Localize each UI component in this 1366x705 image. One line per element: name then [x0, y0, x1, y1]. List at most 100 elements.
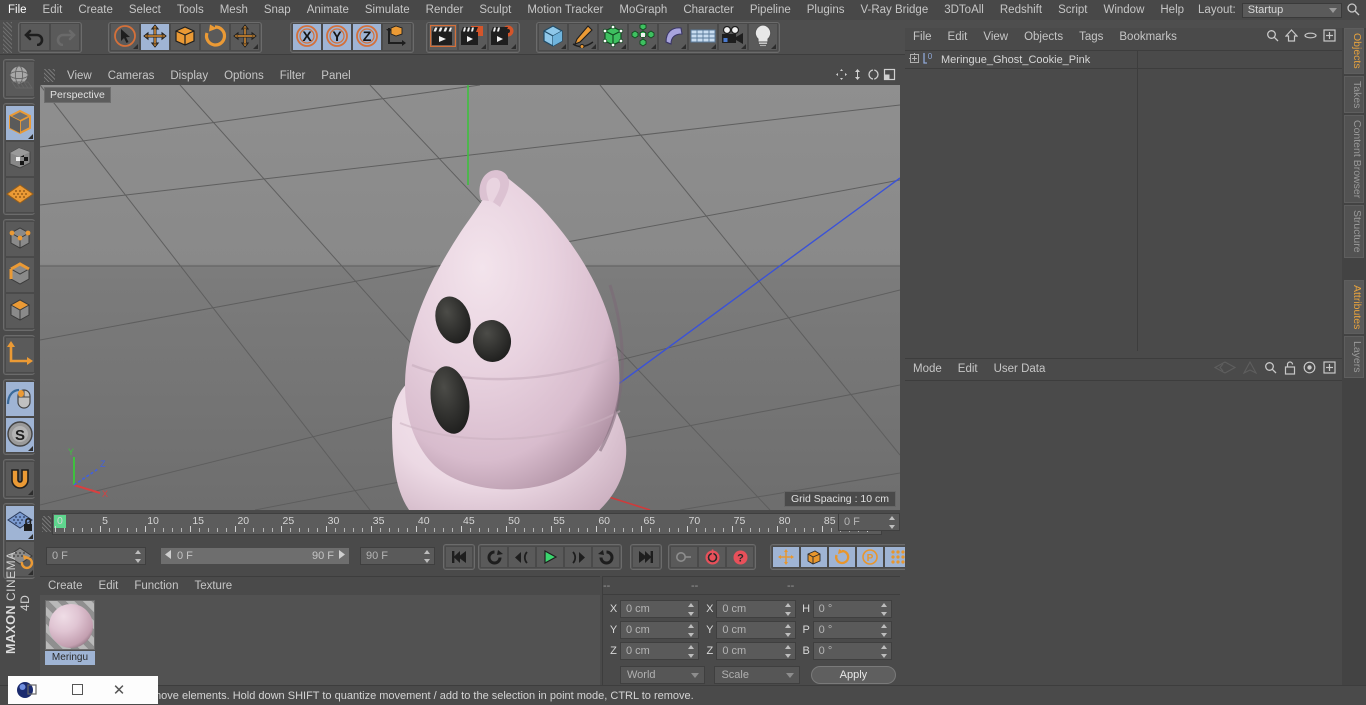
add-light-button[interactable] [748, 23, 778, 51]
maximize-view-icon[interactable] [883, 68, 896, 84]
play-button[interactable] [536, 546, 564, 568]
stepper-icon[interactable] [688, 645, 695, 658]
parameter-key-button[interactable]: P [856, 546, 884, 568]
search-icon[interactable] [1346, 2, 1360, 19]
size-z-field[interactable]: 0 cm [716, 642, 796, 660]
object-menu-view[interactable]: View [975, 27, 1016, 47]
size-y-field[interactable]: 0 cm [716, 621, 796, 639]
plus-box-icon[interactable] [1323, 29, 1336, 45]
redo-button[interactable] [50, 23, 80, 51]
position-x-field[interactable]: 0 cm [620, 600, 700, 618]
home-icon[interactable] [1284, 29, 1299, 45]
rotate-tool[interactable] [200, 23, 230, 51]
menu-pipeline[interactable]: Pipeline [742, 0, 799, 20]
menu-motion-tracker[interactable]: Motion Tracker [519, 0, 611, 20]
toolbar-grip[interactable] [3, 21, 12, 53]
ellipse-icon[interactable] [1304, 29, 1317, 45]
undo-view-button[interactable] [5, 61, 35, 97]
timeline-grip[interactable] [42, 516, 51, 532]
rotation-key-button[interactable] [828, 546, 856, 568]
stepper-icon[interactable] [688, 603, 695, 616]
live-selection-tool[interactable] [110, 23, 140, 51]
stepper-icon[interactable] [784, 645, 792, 658]
menu-edit[interactable]: Edit [35, 0, 71, 20]
material-menu-texture[interactable]: Texture [186, 576, 240, 596]
timeline-current-frame-field[interactable]: 0 F [838, 513, 900, 531]
viewport-grip[interactable] [44, 69, 55, 82]
tab-layers[interactable]: Layers [1344, 336, 1364, 378]
menu-v-ray-bridge[interactable]: V-Ray Bridge [852, 0, 936, 20]
tab-attributes[interactable]: Attributes [1344, 279, 1364, 335]
rotation-b-field[interactable]: 0 ° [812, 642, 892, 660]
texture-mode-button[interactable] [5, 141, 35, 177]
record-active-objects-button[interactable] [670, 546, 698, 568]
material-menu-edit[interactable]: Edit [91, 576, 127, 596]
menu-tools[interactable]: Tools [169, 0, 212, 20]
keyframe-selection-button[interactable]: ? [726, 546, 754, 568]
render-to-picture-viewer-button[interactable] [458, 23, 488, 51]
add-cube-button[interactable] [538, 23, 568, 51]
rotate-view-icon[interactable] [867, 68, 880, 84]
edge-mode-button[interactable] [5, 257, 35, 293]
rotation-h-field[interactable]: 0 ° [812, 600, 892, 618]
viewport-menu-view[interactable]: View [59, 66, 100, 86]
menu-help[interactable]: Help [1152, 0, 1192, 20]
point-mode-button[interactable] [5, 221, 35, 257]
x-axis-lock[interactable]: X [292, 23, 322, 51]
previous-frame-button[interactable] [508, 546, 536, 568]
viewport-menu-options[interactable]: Options [216, 66, 272, 86]
object-menu-file[interactable]: File [905, 27, 940, 47]
perspective-viewport[interactable]: Perspective Grid Spacing : 10 cm Y X Z [40, 85, 900, 510]
enable-axis-button[interactable] [5, 337, 35, 373]
max-frame-field[interactable]: 90 F [360, 547, 435, 565]
material-menu-function[interactable]: Function [126, 576, 186, 596]
go-to-start-button[interactable] [445, 546, 473, 568]
scale-view-icon[interactable] [851, 68, 864, 84]
nav-up-icon[interactable] [1242, 360, 1258, 377]
world-object-coordinate-toggle[interactable] [382, 23, 412, 51]
menu-select[interactable]: Select [121, 0, 169, 20]
viewport-menu-cameras[interactable]: Cameras [100, 66, 163, 86]
object-row-meringue-ghost[interactable]: 0 Meringue_Ghost_Cookie_Pink [905, 51, 1342, 68]
position-y-field[interactable]: 0 cm [620, 621, 700, 639]
object-menu-tags[interactable]: Tags [1071, 27, 1111, 47]
plus-box-icon[interactable] [1323, 361, 1336, 377]
target-icon[interactable] [1303, 361, 1316, 377]
menu-sculpt[interactable]: Sculpt [471, 0, 519, 20]
range-left-arrow-icon[interactable] [164, 550, 173, 562]
position-key-button[interactable] [772, 546, 800, 568]
size-mode-dropdown[interactable]: Scale [714, 666, 800, 684]
stepper-icon[interactable] [135, 550, 142, 563]
object-menu-bookmarks[interactable]: Bookmarks [1111, 27, 1185, 47]
size-x-field[interactable]: 0 cm [716, 600, 796, 618]
menu-file[interactable]: File [0, 0, 35, 20]
stepper-icon[interactable] [880, 624, 888, 637]
attributes-content[interactable] [905, 380, 1342, 686]
menu-redshift[interactable]: Redshift [992, 0, 1050, 20]
free-transform-tool[interactable] [230, 23, 260, 51]
menu-3dtoall[interactable]: 3DToAll [936, 0, 992, 20]
add-camera-button[interactable] [718, 23, 748, 51]
soft-selection-button[interactable]: S [5, 417, 35, 453]
close-window-button[interactable]: ✕ [104, 681, 134, 699]
rotation-p-field[interactable]: 0 ° [812, 621, 892, 639]
range-right-arrow-icon[interactable] [337, 550, 346, 562]
move-tool[interactable] [140, 23, 170, 51]
snap-magnet-button[interactable] [5, 461, 35, 497]
autokeying-button[interactable] [698, 546, 726, 568]
workplane-mode-button[interactable] [5, 177, 35, 213]
stepper-icon[interactable] [784, 603, 792, 616]
preview-range-slider[interactable]: 0 F 90 F [160, 547, 350, 565]
scale-key-button[interactable] [800, 546, 828, 568]
tab-content-browser[interactable]: Content Browser [1344, 115, 1364, 204]
stepper-icon[interactable] [424, 550, 431, 563]
attributes-menu-user-data[interactable]: User Data [986, 359, 1054, 379]
render-view-button[interactable] [428, 23, 458, 51]
y-axis-lock[interactable]: Y [322, 23, 352, 51]
menu-render[interactable]: Render [418, 0, 472, 20]
model-mode-button[interactable] [5, 105, 35, 141]
apply-button[interactable]: Apply [810, 666, 896, 684]
play-backwards-button[interactable] [480, 546, 508, 568]
stepper-icon[interactable] [688, 624, 695, 637]
lock-icon[interactable] [1284, 360, 1296, 378]
